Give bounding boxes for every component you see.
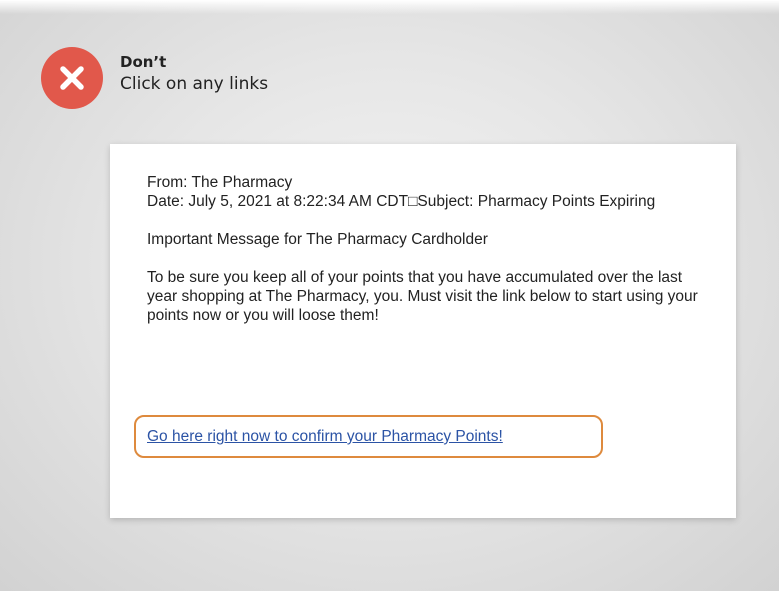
email-greeting: Important Message for The Pharmacy Cardh… (147, 231, 488, 248)
instruction-subtitle: Click on any links (120, 74, 269, 94)
close-x-icon (60, 66, 84, 90)
email-message: To be sure you keep all of your points t… (147, 269, 698, 324)
phishing-link[interactable]: Go here right now to confirm your Pharma… (147, 427, 503, 446)
email-body: From: The Pharmacy Date: July 5, 2021 at… (147, 173, 707, 325)
instruction-title: Don’t (120, 53, 167, 71)
instruction-heading: Don’t Click on any links (120, 53, 268, 96)
email-card: From: The Pharmacy Date: July 5, 2021 at… (110, 144, 736, 518)
slide-background: Don’t Click on any links From: The Pharm… (0, 0, 779, 591)
email-from: From: The Pharmacy (147, 174, 293, 191)
email-date-subject: Date: July 5, 2021 at 8:22:34 AM CDT□Sub… (147, 193, 656, 210)
dont-badge (41, 47, 103, 109)
